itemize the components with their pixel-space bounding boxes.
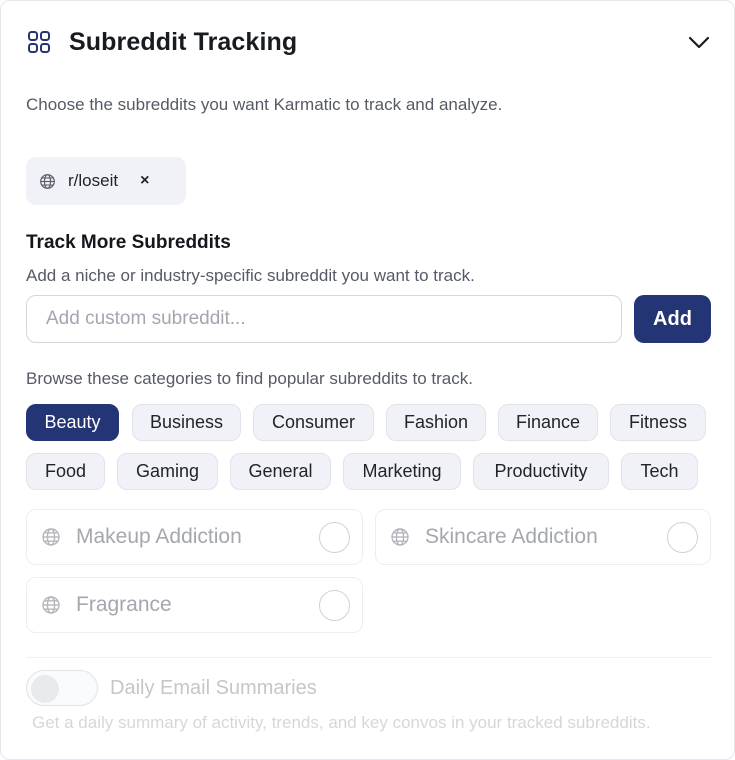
subreddit-name: Fragrance bbox=[76, 593, 172, 616]
category-marketing[interactable]: Marketing bbox=[343, 453, 461, 490]
browse-text: Browse these categories to find popular … bbox=[26, 369, 473, 388]
globe-icon bbox=[42, 596, 60, 614]
subreddit-tracking-panel: Subreddit Tracking Choose the subreddits… bbox=[0, 0, 735, 760]
custom-subreddit-input[interactable] bbox=[26, 295, 622, 343]
chip-label: r/loseit bbox=[68, 171, 119, 190]
track-more-heading: Track More Subreddits bbox=[26, 232, 231, 253]
intro-text: Choose the subreddits you want Karmatic … bbox=[26, 95, 503, 114]
chevron-down-icon[interactable] bbox=[686, 29, 712, 55]
email-summary-description: Get a daily summary of activity, trends,… bbox=[32, 713, 651, 732]
close-icon[interactable]: × bbox=[140, 172, 149, 190]
globe-icon bbox=[391, 528, 409, 546]
category-fitness[interactable]: Fitness bbox=[610, 404, 706, 441]
subreddit-option[interactable]: Skincare Addiction bbox=[375, 509, 711, 565]
subreddit-option[interactable]: Fragrance bbox=[26, 577, 363, 633]
category-general[interactable]: General bbox=[230, 453, 331, 490]
email-summary-label: Daily Email Summaries bbox=[110, 677, 317, 699]
category-consumer[interactable]: Consumer bbox=[253, 404, 374, 441]
category-productivity[interactable]: Productivity bbox=[473, 453, 609, 490]
select-checkbox[interactable] bbox=[319, 522, 350, 553]
category-business[interactable]: Business bbox=[132, 404, 241, 441]
section-divider bbox=[26, 657, 711, 658]
category-fashion[interactable]: Fashion bbox=[386, 404, 486, 441]
subreddit-name: Makeup Addiction bbox=[76, 525, 242, 548]
email-summary-toggle[interactable] bbox=[26, 670, 98, 706]
selected-subreddit-chip: r/loseit × bbox=[26, 157, 186, 205]
subreddit-name: Skincare Addiction bbox=[425, 525, 598, 548]
toggle-knob bbox=[31, 675, 59, 703]
add-button[interactable]: Add bbox=[634, 295, 711, 343]
globe-icon bbox=[42, 528, 60, 546]
select-checkbox[interactable] bbox=[667, 522, 698, 553]
category-food[interactable]: Food bbox=[26, 453, 105, 490]
subreddit-option[interactable]: Makeup Addiction bbox=[26, 509, 363, 565]
category-beauty[interactable]: Beauty bbox=[26, 404, 119, 441]
grid-icon bbox=[28, 31, 50, 53]
category-finance[interactable]: Finance bbox=[498, 404, 598, 441]
panel-header: Subreddit Tracking bbox=[26, 25, 712, 59]
category-gaming[interactable]: Gaming bbox=[117, 453, 218, 490]
page-title: Subreddit Tracking bbox=[69, 27, 298, 56]
globe-icon bbox=[40, 173, 55, 189]
track-more-subtitle: Add a niche or industry-specific subredd… bbox=[26, 266, 475, 285]
select-checkbox[interactable] bbox=[319, 590, 350, 621]
category-tech[interactable]: Tech bbox=[621, 453, 698, 490]
